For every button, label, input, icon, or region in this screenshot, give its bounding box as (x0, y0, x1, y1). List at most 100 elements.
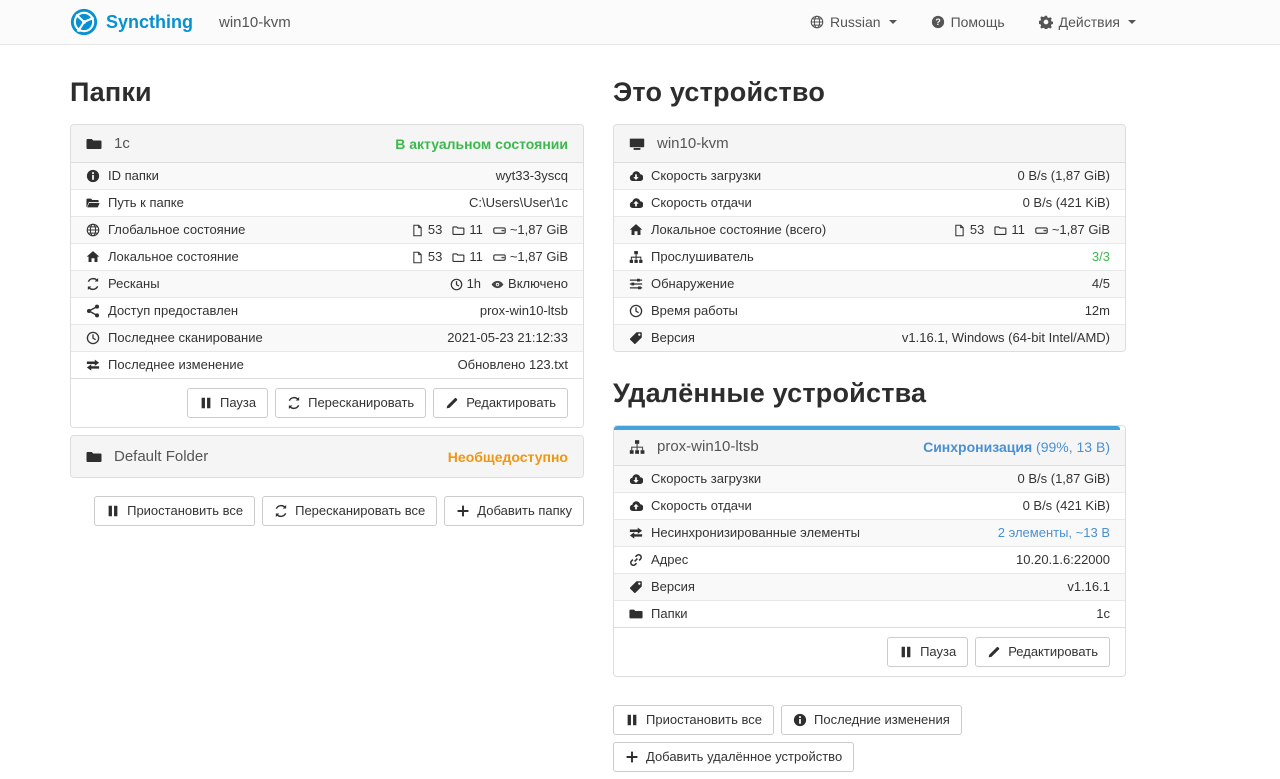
rescan-all-folders-button[interactable]: Пересканировать все (262, 496, 437, 526)
row-label: Доступ предоставлен (86, 302, 238, 320)
value-segment: ~1,87 GiB (1035, 221, 1110, 239)
plus-icon (456, 504, 470, 518)
row-value: 53 11 ~1,87 GiB (953, 221, 1110, 239)
folders-heading: Папки (70, 77, 584, 108)
row-label: Версия (629, 578, 695, 596)
row-label: Скорость отдачи (629, 497, 752, 515)
table-row: Обнаружение4/5 (614, 270, 1125, 297)
table-row: Доступ предоставлен prox-win10-ltsb (71, 297, 583, 324)
pause-icon (199, 396, 213, 410)
pencil-icon (987, 645, 1001, 659)
row-value: 10.20.1.6:22000 (1016, 551, 1110, 569)
syncthing-logo[interactable]: Syncthing (70, 8, 193, 36)
caret-down-icon (1128, 20, 1136, 24)
edit-device-button[interactable]: Редактировать (975, 637, 1110, 667)
table-row: Папки1c (614, 600, 1125, 627)
table-row: Время работы12m (614, 297, 1125, 324)
gear-icon (1039, 15, 1053, 29)
remote-device-details-table: Скорость загрузки0 B/s (1,87 GiB)Скорост… (614, 465, 1125, 627)
folder-panel-heading[interactable]: 1c В актуальном состоянии (71, 125, 583, 162)
value-segment: 11 (994, 221, 1025, 239)
value-segment: 0 B/s (421 KiB) (1023, 497, 1110, 515)
device-icon (629, 136, 645, 152)
language-menu[interactable]: Russian (810, 14, 897, 30)
this-device-panel-heading[interactable]: win10-kvm (614, 125, 1125, 162)
sliders-icon (629, 277, 643, 291)
remote-devices-heading: Удалённые устройства (613, 378, 1126, 409)
row-label: Обнаружение (629, 275, 734, 293)
table-row: Версия v1.16.1, Windows (64-bit Intel/AMD… (614, 324, 1125, 351)
clock-icon (450, 278, 463, 291)
row-label: Последнее изменение (86, 356, 244, 374)
row-value: 12m (1085, 302, 1110, 320)
folder-panel-heading[interactable]: Default Folder Необщедоступно (71, 436, 583, 477)
file-icon (411, 224, 424, 237)
remote-device-name: prox-win10-ltsb (657, 438, 911, 455)
value-segment: 10.20.1.6:22000 (1016, 551, 1110, 569)
rescan-folder-button[interactable]: Пересканировать (275, 388, 426, 418)
help-menu[interactable]: Помощь (931, 14, 1005, 30)
remote-device-panel-heading[interactable]: prox-win10-ltsb Синхронизация (99%, 13 B… (614, 430, 1125, 465)
row-value: v1.16.1, Windows (64-bit Intel/AMD) (902, 329, 1110, 347)
add-folder-button[interactable]: Добавить папку (444, 496, 584, 526)
table-row: Глобальное состояние5311~1,87 GiB (71, 216, 583, 243)
question-icon (931, 15, 945, 29)
recent-changes-button[interactable]: Последние изменения (781, 705, 962, 735)
value-segment: 11 (452, 248, 483, 266)
pause-all-folders-button[interactable]: Приостановить все (94, 496, 255, 526)
pause-all-devices-button[interactable]: Приостановить все (613, 705, 774, 735)
value-segment: ~1,87 GiB (493, 248, 568, 266)
edit-folder-button[interactable]: Редактировать (433, 388, 568, 418)
value-segment: 53 (411, 221, 442, 239)
row-value: wyt33-3yscq (496, 167, 568, 185)
table-row: Версия v1.16.1 (614, 573, 1125, 600)
exchange-icon (86, 358, 100, 372)
row-value: v1.16.1 (1067, 578, 1110, 596)
row-label: Глобальное состояние (86, 221, 245, 239)
caret-down-icon (889, 20, 897, 24)
pause-folder-button[interactable]: Пауза (187, 388, 268, 418)
value-segment: 53 (953, 221, 984, 239)
cloud-download-icon (629, 169, 643, 183)
folder-actions: ПаузаПересканироватьРедактировать (71, 378, 583, 427)
this-device-name: win10-kvm (657, 135, 1110, 152)
folders-footer-actions: Приостановить всеПересканировать всеДоба… (70, 496, 584, 526)
table-row: Скорость загрузки0 B/s (1,87 GiB) (614, 163, 1125, 189)
pencil-icon (445, 396, 459, 410)
refresh-icon (86, 277, 100, 291)
value-segment: prox-win10-ltsb (480, 302, 568, 320)
globe-icon (810, 15, 824, 29)
folder-open-icon (86, 196, 100, 210)
hdd-icon (493, 251, 506, 264)
remote-device-panel: prox-win10-ltsb Синхронизация (99%, 13 B… (613, 425, 1126, 677)
value-segment: 1c (1096, 605, 1110, 623)
this-device-details-table: Скорость загрузки0 B/s (1,87 GiB) Скорост… (614, 162, 1125, 351)
actions-menu[interactable]: Действия (1039, 14, 1136, 30)
folder-panel-default: Default Folder Необщедоступно (70, 435, 584, 478)
folder-icon (86, 449, 102, 465)
row-label: Версия (629, 329, 695, 347)
value-segment: 2021-05-23 21:12:33 (447, 329, 568, 347)
row-label: Скорость отдачи (629, 194, 752, 212)
value-segment: 0 B/s (1,87 GiB) (1018, 470, 1110, 488)
row-label: Адрес (629, 551, 688, 569)
folder-outline-icon (452, 251, 465, 264)
row-value: 1c (1096, 605, 1110, 623)
add-remote-device-button[interactable]: Добавить удалённое устройство (613, 742, 854, 772)
row-value: 0 B/s (1,87 GiB) (1018, 470, 1110, 488)
folder-name: Default Folder (114, 448, 436, 465)
brand-name: Syncthing (106, 12, 193, 33)
row-label: ID папки (86, 167, 159, 185)
folder-details-table: ID папкиwyt33-3yscqПуть к папкеC:\Users\… (71, 162, 583, 378)
pause-icon (899, 645, 913, 659)
value-segment: 53 (411, 248, 442, 266)
pause-icon (106, 504, 120, 518)
syncthing-logo-icon (70, 8, 98, 36)
folder-status-badge: Необщедоступно (448, 449, 568, 465)
sitemap-icon (629, 250, 643, 264)
row-value: 1hВключено (450, 275, 568, 293)
pause-device-button[interactable]: Пауза (887, 637, 968, 667)
cloud-download-icon (629, 472, 643, 486)
value-segment[interactable]: 2 элементы, ~13 B (998, 524, 1110, 542)
folder-status-badge: В актуальном состоянии (395, 136, 568, 152)
